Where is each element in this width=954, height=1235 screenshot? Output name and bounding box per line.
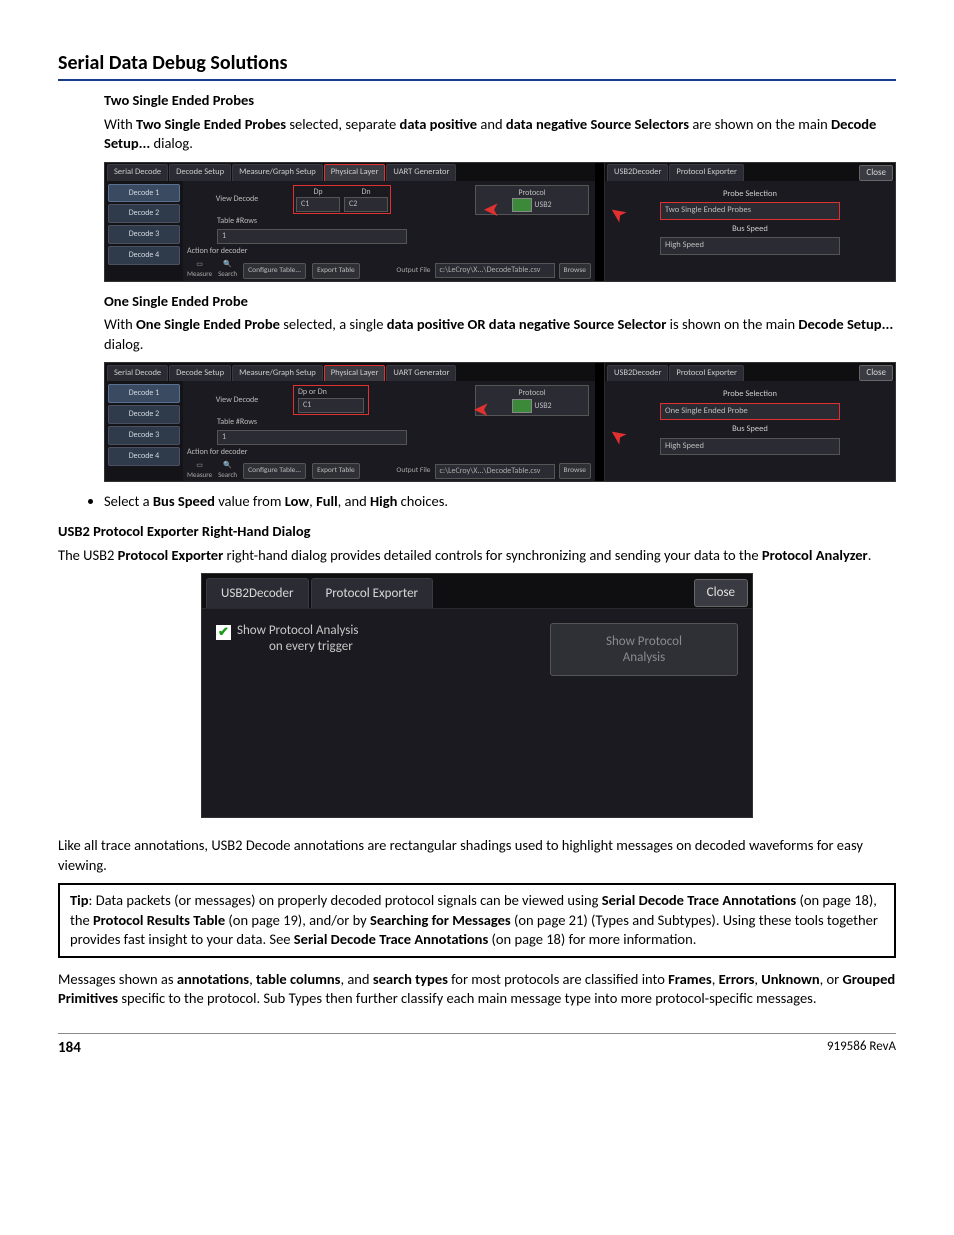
screenshot-two-probes: Serial Decode Decode Setup Measure/Graph… xyxy=(104,162,896,282)
close-button[interactable]: Close xyxy=(859,165,893,181)
table-rows-label: Table #Rows xyxy=(187,216,287,227)
output-file-path[interactable]: c:\LeCroy\X...\DecodeTable.csv xyxy=(435,263,555,278)
bullet-bus-speed: Select a Bus Speed value from Low, Full,… xyxy=(104,492,896,512)
tab-usb2decoder[interactable]: USB2Decoder xyxy=(607,365,668,381)
close-button[interactable]: Close xyxy=(694,579,748,607)
measure-icon[interactable]: ▭ xyxy=(196,259,203,268)
protocol-box[interactable]: Protocol USB2 xyxy=(475,385,589,416)
view-decode-label: View Decode xyxy=(187,194,287,205)
dn-label: Dn xyxy=(361,187,370,198)
decode2-button[interactable]: Decode 2 xyxy=(108,405,180,424)
usb-icon xyxy=(512,198,532,212)
export-table-button[interactable]: Export Table xyxy=(312,263,360,279)
protocol-value: USB2 xyxy=(534,401,551,411)
bus-speed-label: Bus Speed xyxy=(611,224,889,235)
final-paragraph: Messages shown as annotations, table col… xyxy=(58,970,896,1009)
usb-icon xyxy=(512,399,532,413)
tab-usb2decoder[interactable]: USB2Decoder xyxy=(607,164,668,180)
tab-protocol-exporter[interactable]: Protocol Exporter xyxy=(311,578,434,609)
export-table-button[interactable]: Export Table xyxy=(312,463,360,479)
browse-button[interactable]: Browse xyxy=(559,463,591,479)
table-rows-value[interactable]: 1 xyxy=(217,229,407,244)
dp-or-dn-value[interactable]: C1 xyxy=(298,398,364,413)
probe-selection-value[interactable]: Two Single Ended Probes xyxy=(660,202,840,219)
dn-value[interactable]: C2 xyxy=(344,197,388,212)
search-icon[interactable]: 🔍 xyxy=(223,259,232,268)
configure-table-button[interactable]: Configure Table... xyxy=(243,263,306,279)
arrow-icon: ➤ xyxy=(483,197,500,224)
page-footer: 184 919586 RevA xyxy=(58,1033,896,1058)
arrow-icon: ➤ xyxy=(473,397,490,424)
page-number: 184 xyxy=(58,1038,81,1058)
probe-selection-label: Probe Selection xyxy=(611,389,889,400)
configure-table-button[interactable]: Configure Table... xyxy=(243,463,306,479)
dp-label: Dp xyxy=(313,187,322,198)
measure-icon[interactable]: ▭ xyxy=(196,460,203,469)
bus-speed-value[interactable]: High Speed xyxy=(660,438,840,455)
protocol-exporter-panel: USB2Decoder Protocol Exporter Close ✔ Sh… xyxy=(201,573,753,818)
output-file-label: Output File xyxy=(396,266,430,276)
decode3-button[interactable]: Decode 3 xyxy=(108,426,180,445)
action-label: Action for decoder xyxy=(187,246,247,257)
tab-decode-setup[interactable]: Decode Setup xyxy=(169,164,231,180)
browse-button[interactable]: Browse xyxy=(559,263,591,279)
decode4-button[interactable]: Decode 4 xyxy=(108,246,180,265)
action-label: Action for decoder xyxy=(187,447,247,458)
tab-measure-graph[interactable]: Measure/Graph Setup xyxy=(232,164,323,180)
probe-selection-value[interactable]: One Single Ended Probe xyxy=(660,403,840,420)
tab-serial-decode[interactable]: Serial Decode xyxy=(107,164,168,180)
bus-speed-label: Bus Speed xyxy=(611,424,889,435)
section-heading-one-probe: One Single Ended Probe xyxy=(104,292,896,312)
close-button[interactable]: Close xyxy=(859,365,893,381)
protocol-value: USB2 xyxy=(534,200,551,210)
view-decode-label: View Decode xyxy=(187,395,287,406)
section-heading-exporter: USB2 Protocol Exporter Right-Hand Dialog xyxy=(58,522,896,542)
tab-serial-decode[interactable]: Serial Decode xyxy=(107,365,168,381)
output-file-label: Output File xyxy=(396,466,430,476)
tab-physical-layer[interactable]: Physical Layer xyxy=(324,164,386,180)
table-rows-label: Table #Rows xyxy=(187,417,287,428)
decode4-button[interactable]: Decode 4 xyxy=(108,447,180,466)
show-protocol-analysis-button[interactable]: Show ProtocolAnalysis xyxy=(550,623,738,676)
search-icon[interactable]: 🔍 xyxy=(223,460,232,469)
probe-selection-label: Probe Selection xyxy=(611,189,889,200)
page-title: Serial Data Debug Solutions xyxy=(58,50,896,81)
tip-box: Tip: Data packets (or messages) on prope… xyxy=(58,883,896,958)
section1-paragraph: With Two Single Ended Probes selected, s… xyxy=(104,115,896,154)
decode3-button[interactable]: Decode 3 xyxy=(108,225,180,244)
page-revision: 919586 RevA xyxy=(827,1038,896,1058)
tab-protocol-exporter[interactable]: Protocol Exporter xyxy=(669,365,744,381)
tab-uart-generator[interactable]: UART Generator xyxy=(386,164,456,180)
decode1-button[interactable]: Decode 1 xyxy=(108,184,180,203)
decode1-button[interactable]: Decode 1 xyxy=(108,384,180,403)
dp-or-dn-label: Dp or Dn xyxy=(298,387,327,398)
section-heading-two-probes: Two Single Ended Probes xyxy=(104,91,896,111)
tab-protocol-exporter[interactable]: Protocol Exporter xyxy=(669,164,744,180)
tab-measure-graph[interactable]: Measure/Graph Setup xyxy=(232,365,323,381)
dp-value[interactable]: C1 xyxy=(296,197,340,212)
table-rows-value[interactable]: 1 xyxy=(217,430,407,445)
show-analysis-label: Show Protocol Analysis on every trigger xyxy=(237,623,358,654)
show-analysis-checkbox[interactable]: ✔ xyxy=(216,625,231,640)
decode2-button[interactable]: Decode 2 xyxy=(108,204,180,223)
screenshot-one-probe: Serial Decode Decode Setup Measure/Graph… xyxy=(104,362,896,482)
section2-paragraph: With One Single Ended Probe selected, a … xyxy=(104,315,896,354)
protocol-label: Protocol xyxy=(478,388,586,399)
tab-physical-layer[interactable]: Physical Layer xyxy=(324,365,386,381)
after-panel-paragraph: Like all trace annotations, USB2 Decode … xyxy=(58,836,896,875)
bus-speed-value[interactable]: High Speed xyxy=(660,237,840,254)
tab-decode-setup[interactable]: Decode Setup xyxy=(169,365,231,381)
section3-paragraph: The USB2 Protocol Exporter right-hand di… xyxy=(58,546,896,566)
output-file-path[interactable]: c:\LeCroy\X...\DecodeTable.csv xyxy=(435,464,555,479)
tab-usb2decoder[interactable]: USB2Decoder xyxy=(206,578,309,609)
tab-uart-generator[interactable]: UART Generator xyxy=(386,365,456,381)
